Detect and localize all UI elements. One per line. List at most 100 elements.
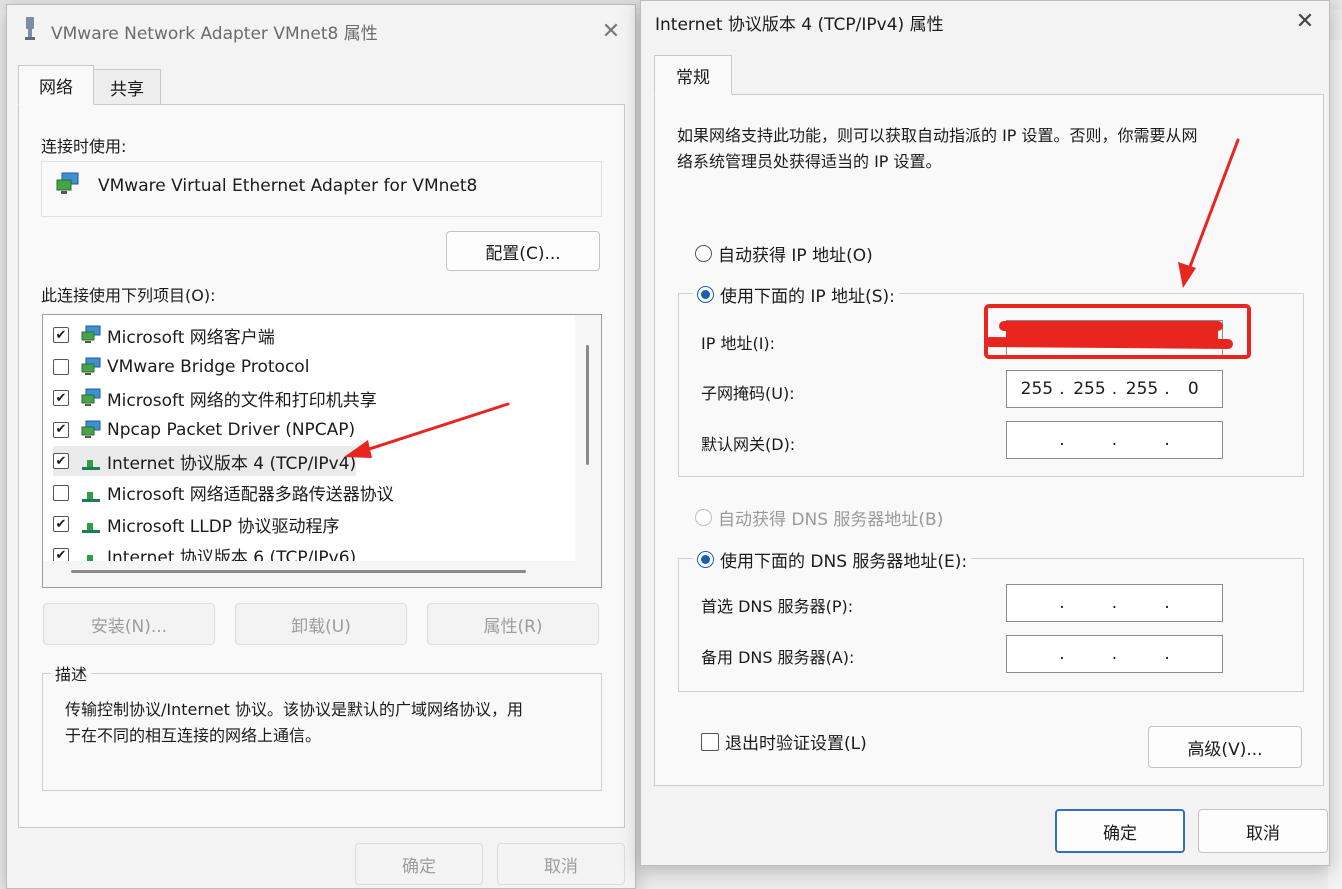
adapter-icon xyxy=(23,17,37,41)
list-item[interactable]: ✔ Internet 协议版本 4 (TCP/IPv4) xyxy=(53,446,357,476)
list-item-label: Microsoft 网络的文件和打印机共享 xyxy=(107,390,377,411)
close-icon[interactable]: ✕ xyxy=(593,13,629,49)
general-tab-panel: 如果网络支持此功能，则可以获取自动指派的 IP 设置。否则，你需要从网 络系统管… xyxy=(654,94,1324,786)
radio-manual-ip[interactable] xyxy=(697,286,714,303)
dot: . xyxy=(1059,593,1065,613)
protocol-icon xyxy=(81,451,103,471)
subnet-octet-3: 255 xyxy=(1125,379,1159,399)
list-item[interactable]: VMware Bridge Protocol xyxy=(53,352,309,382)
list-item[interactable]: ✔ Microsoft 网络的文件和打印机共享 xyxy=(53,383,377,413)
item-checkbox[interactable] xyxy=(53,358,69,375)
default-gateway-field[interactable]: . . . xyxy=(1006,421,1223,459)
list-item-label: Internet 协议版本 4 (TCP/IPv4) xyxy=(107,453,357,474)
tab-network-label: 网络 xyxy=(39,77,73,98)
tab-general-label: 常规 xyxy=(676,67,710,88)
list-item[interactable]: ✔ Microsoft 网络客户端 xyxy=(53,320,275,350)
dot: . xyxy=(1164,379,1170,399)
close-icon[interactable]: ✕ xyxy=(1287,3,1323,39)
properties-button[interactable]: 属性(R) xyxy=(427,603,599,645)
dot: . xyxy=(1111,644,1118,664)
uninstall-button[interactable]: 卸载(U) xyxy=(235,603,407,645)
dot: . xyxy=(1111,430,1118,450)
ipv4-dialog-titlebar: Internet 协议版本 4 (TCP/IPv4) 属性 ✕ xyxy=(641,1,1329,53)
ip-address-field[interactable] xyxy=(1006,320,1223,358)
adapter-dialog-title: VMware Network Adapter VMnet8 属性 xyxy=(51,24,378,44)
network-client-icon xyxy=(81,420,103,440)
tab-sharing[interactable]: 共享 xyxy=(93,69,161,105)
list-bottom-bar xyxy=(43,561,601,587)
item-checkbox[interactable]: ✔ xyxy=(53,390,69,406)
auto-dns-label: 自动获得 DNS 服务器地址(B) xyxy=(718,510,944,530)
dot: . xyxy=(1059,430,1065,450)
background-window-edge xyxy=(1328,40,1342,889)
subnet-octet-4: 0 xyxy=(1187,379,1199,399)
dot: . xyxy=(1164,593,1170,613)
item-checkbox[interactable]: ✔ xyxy=(53,516,69,532)
cancel-button[interactable]: 取消 xyxy=(1198,809,1328,853)
auto-ip-label: 自动获得 IP 地址(O) xyxy=(718,246,873,266)
ok-button[interactable]: 确定 xyxy=(1055,809,1185,853)
item-checkbox[interactable]: ✔ xyxy=(53,327,69,343)
items-label: 此连接使用下列项目(O): xyxy=(41,286,216,305)
left-cancel-button[interactable]: 取消 xyxy=(497,843,625,885)
network-client-icon xyxy=(81,325,103,345)
dot: . xyxy=(1111,593,1118,613)
network-tab-panel: 连接时使用: VMware Virtual Ethernet Adapter f… xyxy=(18,104,625,828)
list-item[interactable]: Microsoft 网络适配器多路传送器协议 xyxy=(53,478,394,508)
configure-button[interactable]: 配置(C)... xyxy=(446,231,600,271)
manual-dns-label: 使用下面的 DNS 服务器地址(E): xyxy=(720,552,968,572)
network-client-icon xyxy=(81,357,103,377)
subnet-mask-label: 子网掩码(U): xyxy=(701,384,795,403)
radio-manual-dns[interactable] xyxy=(697,551,714,568)
dot: . xyxy=(1059,644,1065,664)
auto-ip-radio[interactable]: 自动获得 IP 地址(O) xyxy=(695,241,873,266)
protocol-icon xyxy=(81,483,103,503)
validate-checkbox-box[interactable] xyxy=(701,732,719,751)
ipv4-properties-dialog: Internet 协议版本 4 (TCP/IPv4) 属性 ✕ 常规 如果网络支… xyxy=(640,0,1330,866)
list-item[interactable]: ✔ Npcap Packet Driver (NPCAP) xyxy=(53,415,355,445)
subnet-mask-field[interactable]: 255. 255. 255. 0 xyxy=(1006,370,1223,408)
preferred-dns-label: 首选 DNS 服务器(P): xyxy=(701,597,854,616)
protocol-icon xyxy=(81,514,103,534)
auto-dns-radio[interactable]: 自动获得 DNS 服务器地址(B) xyxy=(695,505,943,530)
list-item-label: Microsoft LLDP 协议驱动程序 xyxy=(107,516,340,537)
list-item-label: Microsoft 网络适配器多路传送器协议 xyxy=(107,485,394,505)
adapter-box: VMware Virtual Ethernet Adapter for VMne… xyxy=(41,161,602,217)
subnet-octet-1: 255 xyxy=(1020,379,1054,399)
ip-address-label: IP 地址(I): xyxy=(701,334,776,353)
components-list: ✔ Microsoft 网络客户端 VMware Bridge Protocol ✔ M… xyxy=(42,314,602,588)
install-button[interactable]: 安装(N)... xyxy=(43,603,215,645)
adapter-dialog-titlebar: VMware Network Adapter VMnet8 属性 ✕ xyxy=(7,5,635,57)
validate-on-exit-checkbox[interactable]: 退出时验证设置(L) xyxy=(701,729,867,754)
radio-auto-dns[interactable] xyxy=(695,509,712,526)
validate-label: 退出时验证设置(L) xyxy=(725,734,867,754)
manual-dns-radio[interactable]: 使用下面的 DNS 服务器地址(E): xyxy=(693,547,972,572)
item-checkbox[interactable]: ✔ xyxy=(53,453,69,469)
tab-sharing-label: 共享 xyxy=(110,79,144,100)
dot: . xyxy=(1059,379,1065,399)
item-checkbox[interactable] xyxy=(53,484,69,501)
advanced-button[interactable]: 高级(V)... xyxy=(1148,726,1302,768)
adapter-properties-dialog: VMware Network Adapter VMnet8 属性 ✕ 网络 共享… xyxy=(6,4,636,889)
network-client-icon xyxy=(81,388,103,408)
list-item[interactable]: ✔ Microsoft LLDP 协议驱动程序 xyxy=(53,509,339,539)
list-vertical-scroll-thumb[interactable] xyxy=(586,345,589,465)
dot: . xyxy=(1164,430,1170,450)
tab-network[interactable]: 网络 xyxy=(18,65,94,105)
intro-text-line1: 如果网络支持此功能，则可以获取自动指派的 IP 设置。否则，你需要从网 xyxy=(677,126,1198,145)
left-ok-button[interactable]: 确定 xyxy=(355,843,483,885)
dot: . xyxy=(1111,379,1118,399)
tab-general[interactable]: 常规 xyxy=(654,55,732,95)
alternate-dns-label: 备用 DNS 服务器(A): xyxy=(701,648,855,667)
list-item-label: Npcap Packet Driver (NPCAP) xyxy=(107,419,356,440)
radio-auto-ip[interactable] xyxy=(695,245,712,262)
network-adapter-icon xyxy=(56,172,82,200)
description-title: 描述 xyxy=(51,661,92,685)
item-checkbox[interactable]: ✔ xyxy=(53,421,69,438)
manual-ip-radio[interactable]: 使用下面的 IP 地址(S): xyxy=(693,282,899,307)
preferred-dns-field[interactable]: . . . xyxy=(1006,584,1223,622)
list-item-label: Microsoft 网络客户端 xyxy=(107,327,275,348)
alternate-dns-field[interactable]: . . . xyxy=(1006,635,1223,673)
subnet-octet-2: 255 xyxy=(1073,379,1106,399)
list-horizontal-scroll-thumb[interactable] xyxy=(71,570,526,573)
